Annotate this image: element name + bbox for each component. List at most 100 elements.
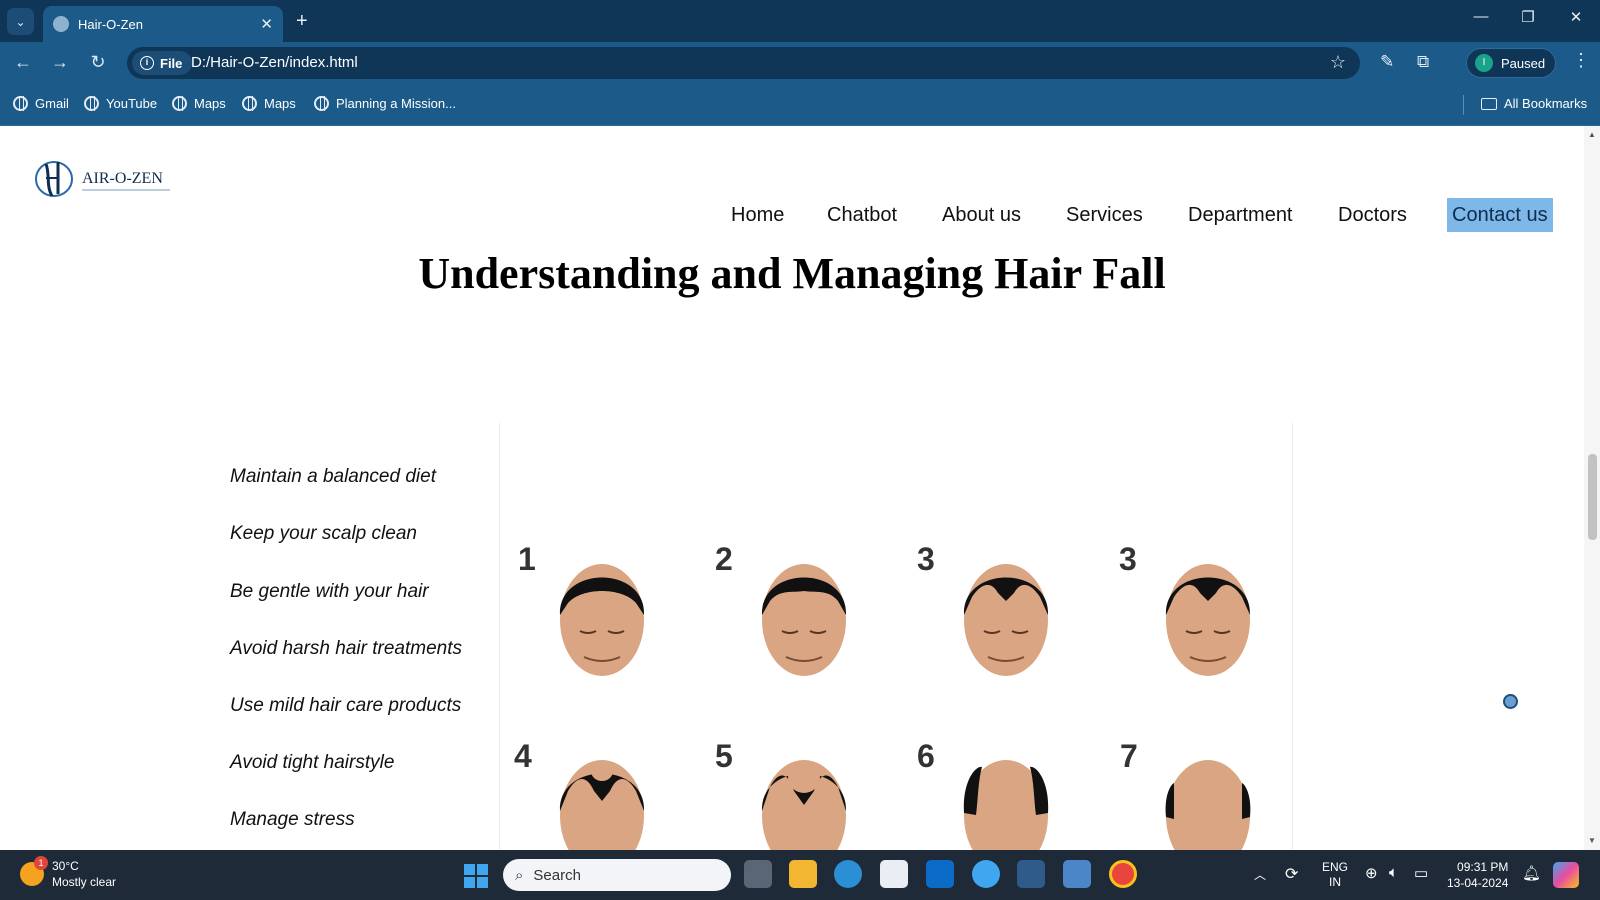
sync-icon[interactable]: ⟳	[1285, 864, 1298, 884]
tab-title: Hair-O-Zen	[78, 16, 144, 32]
task-view-icon[interactable]	[744, 860, 772, 888]
language-indicator[interactable]: ENG IN	[1322, 860, 1348, 890]
clock-time: 09:31 PM	[1457, 860, 1509, 874]
volume-icon[interactable]: 🔈︎	[1389, 864, 1398, 881]
window-close-icon[interactable]: ✕	[1558, 8, 1594, 26]
stage-label: 6	[917, 738, 935, 774]
myhp-icon[interactable]	[926, 860, 954, 888]
tip-item: Be gentle with your hair	[230, 581, 429, 602]
tab-search-chevron-icon[interactable]: ⌄	[7, 8, 34, 35]
info-icon: i	[140, 56, 154, 70]
address-bar[interactable]: i File D:/Hair-O-Zen/index.html ☆	[127, 47, 1360, 79]
tip-item: Use mild hair care products	[230, 695, 462, 716]
stage-label: 3	[917, 541, 935, 577]
tab-favicon-icon	[53, 16, 69, 32]
site-info-chip[interactable]: i File	[132, 51, 193, 75]
tip-item: Maintain a balanced diet	[230, 466, 436, 487]
bookmark-label: Maps	[264, 96, 296, 111]
battery-icon[interactable]: ▭	[1414, 864, 1428, 882]
page-title: Understanding and Managing Hair Fall	[418, 249, 1166, 298]
browser-toolbar: ← → ↻ i File D:/Hair-O-Zen/index.html ☆ …	[0, 42, 1600, 84]
weather-badge: 1	[34, 856, 48, 870]
head-stage-6-icon	[963, 760, 1049, 850]
profile-status: Paused	[1501, 55, 1546, 71]
language-region: IN	[1329, 875, 1341, 889]
stage-label: 2	[715, 541, 733, 577]
bookmark-gmail[interactable]: Gmail	[13, 96, 69, 111]
bookmark-maps[interactable]: Maps	[172, 96, 226, 111]
globe-icon	[172, 96, 187, 111]
nav-chatbot[interactable]: Chatbot	[822, 198, 902, 232]
nav-doctors[interactable]: Doctors	[1333, 198, 1412, 232]
bookmark-youtube[interactable]: YouTube	[84, 96, 157, 111]
windows-start-icon[interactable]	[464, 864, 488, 888]
store-icon[interactable]	[880, 860, 908, 888]
weather-temperature: 30°C	[52, 859, 79, 873]
edge-icon[interactable]	[834, 860, 862, 888]
site-info-label: File	[160, 55, 183, 71]
network-icon[interactable]: ⊕	[1365, 864, 1378, 882]
bookmarks-divider	[1463, 95, 1464, 115]
page-viewport: AIR-O-ZEN Home Chatbot About us Services…	[0, 126, 1600, 850]
bookmark-star-icon[interactable]: ☆	[1330, 52, 1346, 73]
clock[interactable]: 09:31 PM 13-04-2024	[1447, 859, 1508, 891]
chrome-icon[interactable]	[1109, 860, 1137, 888]
reload-icon[interactable]: ↻	[86, 52, 110, 73]
scroll-up-icon[interactable]: ▲	[1588, 130, 1596, 139]
nav-home[interactable]: Home	[726, 198, 789, 232]
notification-bell-icon[interactable]: 🔔︎	[1522, 864, 1541, 882]
clock-date: 13-04-2024	[1447, 876, 1509, 890]
bookmark-planning-mission[interactable]: Planning a Mission...	[314, 96, 456, 111]
globe-icon	[242, 96, 257, 111]
bookmark-label: Maps	[194, 96, 226, 111]
extensions-icon[interactable]: ⧉	[1417, 52, 1429, 72]
globe-icon	[314, 96, 329, 111]
scroll-down-icon[interactable]: ▼	[1588, 836, 1596, 845]
nav-department[interactable]: Department	[1183, 198, 1298, 232]
tip-item: Avoid tight hairstyle	[230, 752, 395, 773]
all-bookmarks-button[interactable]: All Bookmarks	[1481, 96, 1587, 111]
browser-tab[interactable]: Hair-O-Zen ✕	[43, 6, 283, 42]
profile-button[interactable]: I Paused	[1466, 48, 1556, 78]
tip-item: Keep your scalp clean	[230, 523, 417, 544]
chatbot-launcher-icon[interactable]	[1503, 694, 1518, 709]
stage-label: 7	[1120, 738, 1138, 774]
bookmarks-bar: Gmail YouTube Maps Maps Planning a Missi…	[0, 84, 1600, 126]
copilot-icon[interactable]	[1553, 862, 1579, 888]
nav-contact-us[interactable]: Contact us	[1447, 198, 1553, 232]
back-arrow-icon[interactable]: ←	[11, 52, 35, 73]
notepad-icon[interactable]	[1063, 860, 1091, 888]
more-menu-icon[interactable]: ⋮	[1572, 50, 1590, 71]
restore-icon[interactable]: ❐	[1510, 8, 1546, 26]
show-hidden-icons-icon[interactable]: ︿	[1254, 866, 1266, 883]
all-bookmarks-label: All Bookmarks	[1504, 96, 1588, 111]
vscode-icon[interactable]	[1017, 860, 1045, 888]
search-icon: ⌕	[515, 866, 524, 884]
head-stage-2-icon	[761, 564, 847, 676]
scrollbar-thumb[interactable]	[1588, 454, 1597, 540]
hair-loss-stages-illustration: 1 2 3 3 4 5 6 7	[499, 423, 1293, 850]
head-stage-7-icon	[1165, 760, 1251, 850]
weather-condition: Mostly clear	[52, 875, 117, 889]
page-scrollbar[interactable]: ▲ ▼	[1584, 126, 1600, 850]
stage-label: 3	[1119, 541, 1137, 577]
os-taskbar: 1 30°C Mostly clear ⌕ Search ︿ ⟳ ENG IN …	[0, 850, 1600, 900]
nav-about-us[interactable]: About us	[937, 198, 1026, 232]
help-icon[interactable]	[972, 860, 1000, 888]
file-explorer-icon[interactable]	[789, 860, 817, 888]
nav-services[interactable]: Services	[1061, 198, 1148, 232]
site-logo[interactable]: AIR-O-ZEN	[32, 156, 182, 202]
weather-widget[interactable]: 1 30°C Mostly clear	[20, 856, 117, 890]
minimize-icon[interactable]: —	[1463, 8, 1499, 25]
taskbar-search[interactable]: ⌕ Search	[503, 859, 731, 891]
new-tab-plus-icon[interactable]: +	[296, 10, 308, 32]
bookmark-maps-2[interactable]: Maps	[242, 96, 296, 111]
pen-icon[interactable]: ✎	[1380, 52, 1394, 72]
stage-label: 1	[518, 541, 536, 577]
forward-arrow-icon[interactable]: →	[48, 52, 72, 73]
logo-mark-icon: AIR-O-ZEN	[35, 161, 170, 197]
head-stage-4-icon	[559, 760, 645, 850]
url-text[interactable]: D:/Hair-O-Zen/index.html	[191, 54, 358, 71]
tip-item: Avoid harsh hair treatments	[230, 638, 462, 659]
tab-close-icon[interactable]: ✕	[260, 15, 273, 33]
